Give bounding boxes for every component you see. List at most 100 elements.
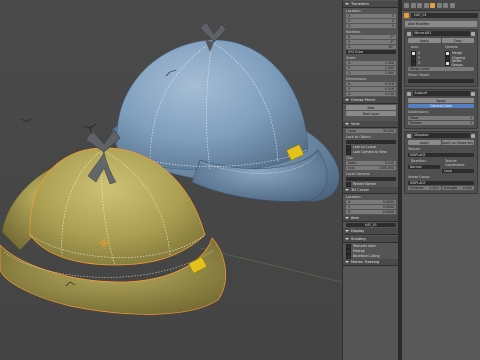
rotation-x-field[interactable]: X: 0° xyxy=(346,35,396,39)
subsurf-apply-button[interactable]: Apply xyxy=(408,98,474,103)
strength-field[interactable]: Strength: 0.050 xyxy=(441,186,474,190)
add-modifier-button[interactable]: Add Modifier xyxy=(405,21,477,27)
clip-start-field[interactable]: Start: 0.100 xyxy=(346,161,396,165)
lock-to-object-label: Lock to Object: xyxy=(346,135,372,139)
merge-checkbox[interactable]: Merge xyxy=(445,50,471,56)
location-z-field[interactable]: Z: 0 xyxy=(346,24,396,28)
vertex-group-field[interactable]: DISPLACE xyxy=(408,181,474,185)
lens-field[interactable]: Lens: 35.000 xyxy=(346,129,396,133)
mirror-modifier-header[interactable]: Mirror.001 xyxy=(405,30,477,37)
view-levels-field[interactable]: View: 1 xyxy=(408,116,474,120)
render-border-checkbox[interactable]: Render Border xyxy=(346,181,396,187)
display-panel-header[interactable]: Display xyxy=(343,228,399,235)
matcap-checkbox[interactable]: Matcap xyxy=(346,248,396,254)
textured-solid-checkbox[interactable]: Textured Solid xyxy=(346,243,396,249)
dimensions-y-field[interactable]: Y: 0.316 xyxy=(346,87,396,91)
viewport-scene xyxy=(0,21,342,315)
rotation-y-field[interactable]: Y: 0° xyxy=(346,40,396,44)
scale-label: Scale: xyxy=(346,56,357,60)
render-tab-icon[interactable] xyxy=(404,2,409,8)
material-tab-icon[interactable] xyxy=(443,2,448,8)
cursor-z-field[interactable]: Z: 0.0000 xyxy=(346,210,396,214)
clip-end-field[interactable]: End: 1000.000 xyxy=(346,166,396,170)
texture-label: Texture: xyxy=(408,147,421,151)
mirror-object-field[interactable] xyxy=(408,79,474,83)
displace-apply-button[interactable]: Apply xyxy=(408,140,441,145)
apply-as-shape-key-button[interactable]: Apply as Shape Key xyxy=(441,140,474,145)
scale-x-field[interactable]: X: 1.000 xyxy=(346,61,396,65)
dimensions-x-field[interactable]: X: 0.316 xyxy=(346,82,396,86)
dimensions-z-field[interactable]: Z: 0.134 xyxy=(346,92,396,96)
cursor-x-field[interactable]: X: 0.0000 xyxy=(346,200,396,204)
location-y-field[interactable]: Y: 0 xyxy=(346,19,396,23)
catmull-clark-button[interactable]: Catmull-Clark xyxy=(408,104,474,108)
axis-z-checkbox[interactable]: Z xyxy=(411,60,437,66)
rotation-z-field[interactable]: Z: 90° xyxy=(346,45,396,49)
axis-label: Axis: xyxy=(411,45,419,49)
vertex-groups-checkbox[interactable]: Vertex Groups xyxy=(445,59,471,67)
mirror-apply-button[interactable]: Apply xyxy=(408,38,441,43)
direction-select[interactable]: Normal xyxy=(408,165,440,169)
texture-tab-icon[interactable] xyxy=(449,2,455,8)
gp-new-layer-button[interactable]: New Layer xyxy=(346,111,396,116)
3d-viewport[interactable] xyxy=(0,0,342,360)
scene-tab-icon[interactable] xyxy=(410,2,416,8)
wrench-icon xyxy=(404,12,409,18)
cursor-y-field[interactable]: Y: 0.0000 xyxy=(346,205,396,209)
local-camera-field[interactable] xyxy=(346,177,396,181)
displace-name-field[interactable]: Displace xyxy=(412,133,470,138)
location-label: Location: xyxy=(346,9,362,13)
displace-modifier-header[interactable]: Displace xyxy=(405,132,477,139)
breadcrumb: HAT_01 xyxy=(402,11,480,19)
rotation-mode-select[interactable]: XYZ Euler xyxy=(346,50,396,54)
lock-to-cursor-checkbox[interactable]: Lock to Cursor xyxy=(346,144,396,150)
location-x-field[interactable]: X: 0 xyxy=(346,14,396,18)
transform-panel-header[interactable]: Transform xyxy=(343,1,399,8)
close-icon[interactable] xyxy=(471,91,475,96)
displace-modifier: Displace Apply Apply as Shape Key Textur… xyxy=(404,131,478,194)
mirror-name-field[interactable]: Mirror.001 xyxy=(412,31,470,36)
properties-editor: HAT_01 Add Modifier Mirror.001 Apply Cop… xyxy=(402,0,480,360)
displace-icon xyxy=(407,133,411,138)
axis-x-checkbox[interactable]: X xyxy=(411,50,437,56)
rotation-label: Rotation: xyxy=(346,30,362,34)
mirror-modifier: Mirror.001 Apply Copy Axis: X Y Z Option… xyxy=(404,29,478,87)
lock-to-object-field[interactable] xyxy=(346,140,396,144)
subdivisions-label: Subdivisions: xyxy=(408,110,429,114)
merge-limit-field[interactable]: Merge Limit: xyxy=(408,67,474,71)
modifier-tab-icon[interactable] xyxy=(430,2,435,8)
shading-panel-header[interactable]: Shading xyxy=(343,236,399,243)
item-panel-header[interactable]: Item xyxy=(343,215,399,222)
midlevel-field[interactable]: Midlevel: 0.500 xyxy=(408,186,441,190)
object-name-label: HAT_01 xyxy=(411,12,478,18)
subsurf-modifier-header[interactable]: Subsurf xyxy=(405,90,477,97)
texture-coords-label: Texture Coordinates: xyxy=(445,159,466,167)
backface-culling-checkbox[interactable]: Backface Culling xyxy=(346,253,396,259)
motion-tracking-panel-header[interactable]: Motion Tracking xyxy=(343,259,399,266)
local-camera-label: Local Camera: xyxy=(346,172,371,176)
options-label: Options: xyxy=(445,45,459,49)
close-icon[interactable] xyxy=(471,31,475,36)
close-icon[interactable] xyxy=(471,133,475,138)
data-tab-icon[interactable] xyxy=(436,2,442,8)
3d-cursor-panel-header[interactable]: 3D Cursor xyxy=(343,187,399,194)
render-levels-field[interactable]: Render: 2 xyxy=(408,121,474,125)
subsurf-modifier: Subsurf Apply Catmull-Clark Subdivisions… xyxy=(404,89,478,129)
world-tab-icon[interactable] xyxy=(417,2,422,8)
lock-camera-to-view-checkbox[interactable]: Lock Camera to View xyxy=(346,149,396,155)
gp-new-button[interactable]: New xyxy=(346,105,396,110)
mirror-copy-button[interactable]: Copy xyxy=(441,38,474,43)
texture-coords-select[interactable]: Local xyxy=(442,169,474,173)
clip-label: Clip: xyxy=(346,156,354,160)
subsurf-name-field[interactable]: Subsurf xyxy=(412,91,470,96)
view-panel-header[interactable]: View xyxy=(343,121,399,128)
scale-y-field[interactable]: Y: 1.000 xyxy=(346,66,396,70)
texture-field[interactable]: DISPLACE xyxy=(408,153,474,157)
grease-pencil-panel-header[interactable]: Grease Pencil xyxy=(343,97,399,104)
axis-y-checkbox[interactable]: Y xyxy=(411,55,437,61)
item-name-field[interactable]: HAT_01 xyxy=(346,223,396,227)
mirror-object-label: Mirror Object: xyxy=(408,73,430,77)
scale-z-field[interactable]: Z: 1.000 xyxy=(346,71,396,75)
direction-label: Direction: xyxy=(411,159,427,163)
object-tab-icon[interactable] xyxy=(423,2,429,8)
